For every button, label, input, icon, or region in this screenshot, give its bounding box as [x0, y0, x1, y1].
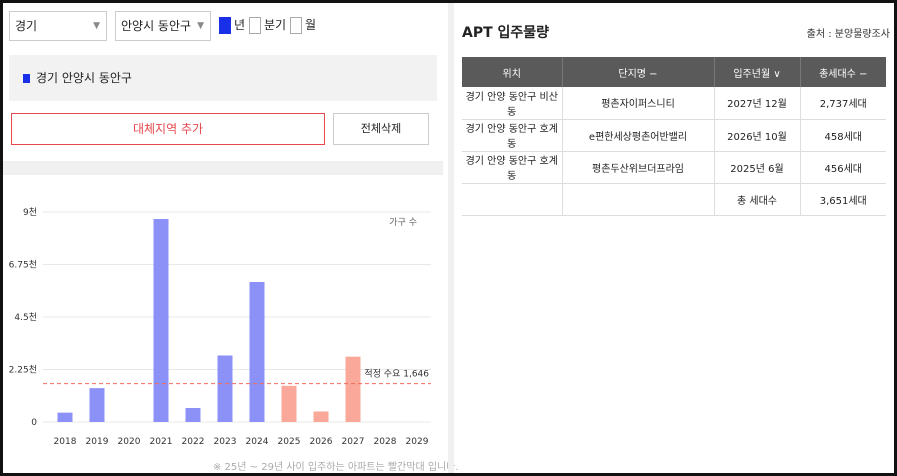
table-row[interactable]: 경기 안양 동안구 비산동 평촌자이퍼스니티 2027년 12월 2,737세대 [462, 87, 886, 120]
period-option-label: 월 [305, 18, 317, 32]
column-header-complex[interactable]: 단지명 − [562, 57, 715, 87]
total-value: 3,651세대 [800, 183, 886, 216]
cell-complex: e편한세상평촌어반밸리 [562, 119, 715, 152]
district-select-value: 안양시 동안구 [121, 19, 192, 33]
bar-2024 [249, 282, 265, 422]
x-tick-label: 2018 [54, 437, 77, 447]
period-option-label: 분기 [264, 18, 287, 32]
bar-2027 [345, 356, 361, 422]
province-select[interactable]: 경기 ▼ [9, 11, 107, 41]
x-tick-label: 2026 [310, 437, 333, 447]
checkbox-icon[interactable] [219, 16, 231, 34]
x-tick-label: 2021 [150, 437, 173, 447]
period-option-label: 년 [234, 18, 246, 32]
chart-svg: 0 2.25천 4.5천 6.75천 9천 2018 2019 2020 2021 2022 202… [9, 207, 431, 447]
bar-2018 [57, 412, 73, 422]
section-divider [3, 161, 443, 175]
province-select-value: 경기 [15, 19, 38, 33]
delete-all-button[interactable]: 전체삭제 [333, 113, 429, 145]
period-option-month[interactable]: 월 [290, 16, 316, 34]
x-tick-label: 2029 [406, 437, 429, 447]
period-option-quarter[interactable]: 분기 [249, 16, 286, 34]
source-label: 출처 : 분양물량조사 [806, 29, 890, 40]
cell-empty [562, 183, 715, 216]
bar-2021 [153, 219, 169, 422]
table-row[interactable]: 경기 안양 동안구 호계동 평촌두산위브더프라임 2025년 6월 456세대 [462, 151, 886, 184]
color-square-icon [23, 74, 30, 83]
bar-2025 [281, 385, 297, 422]
x-tick-label: 2022 [182, 437, 205, 447]
apt-supply-table: 위치 단지명 − 입주년월 ∨ 총세대수 − 경기 안양 동안구 비산동 평촌자… [462, 57, 886, 216]
cell-complex: 평촌자이퍼스니티 [562, 87, 715, 120]
cell-move-in: 2025년 6월 [714, 151, 801, 184]
y-tick-label: 6.75천 [9, 260, 37, 271]
cell-households: 458세대 [800, 119, 886, 152]
column-header-move-in[interactable]: 입주년월 ∨ [714, 57, 801, 87]
selected-region-tag: 경기 안양시 동안구 [9, 55, 437, 101]
reference-line-label: 적정 수요 1,646 [364, 368, 429, 380]
cell-households: 2,737세대 [800, 87, 886, 120]
right-panel: APT 입주물량 출처 : 분양물량조사 위치 단지명 − 입주년월 ∨ 총세대… [454, 3, 894, 473]
y-tick-label: 2.25천 [9, 365, 37, 376]
cell-households: 456세대 [800, 151, 886, 184]
column-header-location[interactable]: 위치 [462, 57, 563, 87]
left-panel: 경기 ▼ 안양시 동안구 ▼ 년 분기 월 경기 안양시 동안구 대체지역 추가… [3, 3, 459, 473]
chevron-down-icon: ▼ [93, 21, 100, 31]
checkbox-icon[interactable] [290, 16, 302, 34]
bar-2023 [217, 355, 233, 422]
x-tick-label: 2024 [246, 437, 269, 447]
x-tick-label: 2019 [86, 437, 109, 447]
table-total-row: 총 세대수 3,651세대 [462, 183, 886, 216]
cell-move-in: 2026년 10월 [714, 119, 801, 152]
chart-footnote: ※ 25년 ~ 29년 사이 입주하는 아파트는 빨간막대 입니다. [213, 462, 459, 473]
x-tick-label: 2025 [278, 437, 301, 447]
apt-supply-title: APT 입주물량 [462, 25, 550, 41]
cell-location: 경기 안양 동안구 호계동 [462, 119, 563, 152]
y-tick-label: 0 [31, 418, 37, 428]
district-select[interactable]: 안양시 동안구 ▼ [115, 11, 211, 41]
period-option-year[interactable]: 년 [219, 16, 245, 34]
legend-label: 가구 수 [389, 217, 417, 228]
chevron-down-icon: ▼ [197, 21, 204, 31]
bar-2022 [185, 408, 201, 422]
add-region-button[interactable]: 대체지역 추가 [11, 113, 325, 145]
cell-complex: 평촌두산위브더프라임 [562, 151, 715, 184]
x-tick-label: 2023 [214, 437, 237, 447]
cell-location: 경기 안양 동안구 비산동 [462, 87, 563, 120]
total-label: 총 세대수 [714, 183, 801, 216]
x-tick-label: 2028 [374, 437, 397, 447]
y-tick-label: 4.5천 [14, 312, 37, 323]
table-row[interactable]: 경기 안양 동안구 호계동 e편한세상평촌어반밸리 2026년 10월 458세… [462, 119, 886, 152]
supply-bar-chart: 0 2.25천 4.5천 6.75천 9천 2018 2019 2020 2021 2022 202… [3, 181, 443, 473]
bar-2026 [313, 411, 329, 422]
region-tag-label: 경기 안양시 동안구 [36, 71, 132, 85]
cell-location: 경기 안양 동안구 호계동 [462, 151, 563, 184]
cell-move-in: 2027년 12월 [714, 87, 801, 120]
x-tick-label: 2027 [342, 437, 365, 447]
cell-empty [462, 183, 563, 216]
table-header-row: 위치 단지명 − 입주년월 ∨ 총세대수 − [462, 57, 886, 87]
checkbox-icon[interactable] [249, 16, 261, 34]
y-tick-label: 9천 [23, 207, 37, 218]
x-tick-label: 2020 [118, 437, 141, 447]
column-header-households[interactable]: 총세대수 − [800, 57, 886, 87]
bar-2019 [89, 388, 105, 422]
